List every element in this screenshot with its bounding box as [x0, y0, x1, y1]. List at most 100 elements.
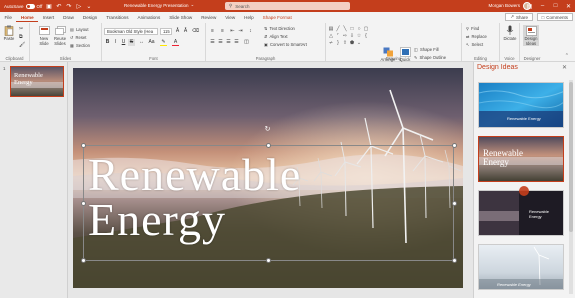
tab-review[interactable]: Review: [197, 13, 221, 22]
resize-handle-mid-right[interactable]: [452, 201, 457, 206]
user-name[interactable]: Morgan Bowers: [488, 3, 520, 8]
shape-fill-button[interactable]: ◫ Shape Fill: [414, 47, 439, 52]
tab-insert[interactable]: Insert: [38, 13, 59, 22]
tab-design[interactable]: Design: [78, 13, 101, 22]
reset-button[interactable]: ↺ Reset: [70, 35, 86, 40]
design-pane-scrollbar[interactable]: [569, 80, 573, 294]
tab-file[interactable]: File: [0, 13, 16, 22]
section-button[interactable]: ▦ Section: [70, 43, 90, 48]
arrow-down-shape-icon[interactable]: ⇩: [349, 33, 355, 39]
align-right-icon[interactable]: ☰: [225, 39, 232, 46]
tab-slide-show[interactable]: Slide Show: [165, 13, 197, 22]
paste-button[interactable]: Paste: [1, 25, 17, 42]
find-button[interactable]: ⚲ Find: [466, 26, 479, 31]
comments-button[interactable]: □ Comments: [536, 13, 573, 21]
slide-thumbnail[interactable]: Renewable Energy: [10, 66, 64, 97]
shapes-gallery[interactable]: ▤ ╱ ╲ □ ○ ▢ △ ⌜ ⇨ ⇩ ☆ { ≁ } ⇧ ⬟ ⌄: [328, 26, 369, 48]
line-shape-icon[interactable]: ╱: [335, 26, 341, 32]
italic-button[interactable]: I: [112, 39, 119, 46]
format-painter-icon[interactable]: 🖌: [19, 42, 25, 48]
replace-button[interactable]: ⇄ Replace: [466, 34, 487, 39]
search-box[interactable]: ⚲ Search: [225, 2, 350, 10]
pentagon-shape-icon[interactable]: ⬟: [349, 40, 355, 46]
shrink-font-icon[interactable]: Ǎ: [182, 28, 189, 35]
tab-draw[interactable]: Draw: [59, 13, 79, 22]
highlight-icon[interactable]: ✎: [160, 39, 167, 46]
rounded-rect-shape-icon[interactable]: ▢: [363, 26, 369, 32]
decrease-indent-icon[interactable]: ⇤: [229, 28, 236, 35]
triangle-shape-icon[interactable]: △: [328, 33, 334, 39]
tab-animations[interactable]: Animations: [133, 13, 165, 22]
arrow-right-shape-icon[interactable]: ⇨: [342, 33, 348, 39]
font-name-select[interactable]: Bookman Old Style (Hea: [104, 28, 158, 35]
arrange-button[interactable]: Arrange: [380, 46, 396, 63]
scrollbar-thumb[interactable]: [569, 82, 573, 232]
resize-handle-bottom-left[interactable]: [81, 258, 86, 263]
bold-button[interactable]: B: [104, 39, 111, 46]
resize-handle-bottom-right[interactable]: [452, 258, 457, 263]
font-color-icon[interactable]: A: [172, 39, 179, 46]
slide-title[interactable]: Renewable Energy: [88, 152, 378, 243]
select-button[interactable]: ↖ Select: [466, 42, 483, 47]
maximize-icon[interactable]: □: [549, 0, 562, 12]
textbox-shape-icon[interactable]: ▤: [328, 26, 334, 32]
layout-button[interactable]: ▤ Layout: [70, 27, 89, 32]
share-button[interactable]: ↗ Share: [505, 13, 533, 21]
star-shape-icon[interactable]: ☆: [356, 33, 362, 39]
align-left-icon[interactable]: ☰: [209, 39, 216, 46]
resize-handle-top-left[interactable]: [81, 143, 86, 148]
document-title[interactable]: Renewable Energy Presentation ⌄: [124, 2, 194, 8]
char-spacing-icon[interactable]: ↔: [138, 39, 145, 46]
elbow-shape-icon[interactable]: ⌜: [335, 33, 341, 39]
autosave-toggle[interactable]: [25, 3, 35, 9]
reuse-slides-button[interactable]: Reuse Slides: [52, 25, 68, 46]
underline-button[interactable]: U: [120, 39, 127, 46]
strikethrough-button[interactable]: S: [128, 39, 135, 46]
save-icon[interactable]: ▣: [45, 3, 52, 10]
present-icon[interactable]: ▷: [75, 3, 82, 10]
design-idea-2[interactable]: Renewable Energy: [478, 136, 564, 182]
text-direction-button[interactable]: ⇅ Text Direction: [264, 26, 295, 31]
line-spacing-icon[interactable]: ↕: [247, 28, 254, 35]
close-icon[interactable]: ✕: [562, 0, 575, 12]
curve-shape-icon[interactable]: ≁: [328, 40, 334, 46]
oval-shape-icon[interactable]: ○: [356, 26, 362, 32]
ribbon-display-icon[interactable]: ▤: [523, 0, 536, 12]
rotate-handle-icon[interactable]: ↻: [264, 126, 271, 133]
resize-handle-bottom-center[interactable]: [266, 258, 271, 263]
clear-format-icon[interactable]: ⌫: [192, 28, 199, 35]
cut-icon[interactable]: ✂: [19, 26, 25, 32]
more-shapes-icon[interactable]: ⌄: [356, 40, 362, 46]
rectangle-shape-icon[interactable]: □: [349, 26, 355, 32]
resize-handle-top-center[interactable]: [266, 143, 271, 148]
tab-transitions[interactable]: Transitions: [102, 13, 133, 22]
collapse-ribbon-icon[interactable]: ⌃: [565, 53, 569, 59]
tab-shape-format[interactable]: Shape Format: [258, 13, 296, 22]
increase-indent-icon[interactable]: ⇥: [237, 28, 244, 35]
align-text-button[interactable]: ⇵ Align Text: [264, 34, 288, 39]
line2-shape-icon[interactable]: ╲: [342, 26, 348, 32]
change-case-icon[interactable]: Aa: [148, 39, 155, 46]
minimize-icon[interactable]: –: [536, 0, 549, 12]
columns-icon[interactable]: ◫: [243, 39, 250, 46]
convert-smartart-button[interactable]: ▣ Convert to SmartArt: [264, 42, 307, 47]
tab-view[interactable]: View: [221, 13, 240, 22]
brace-right-shape-icon[interactable]: }: [335, 40, 341, 46]
copy-icon[interactable]: ⧉: [19, 34, 25, 40]
autosave-control[interactable]: AutoSave Off: [4, 3, 42, 9]
tab-help[interactable]: Help: [240, 13, 258, 22]
numbering-icon[interactable]: ≡: [219, 28, 226, 35]
resize-handle-mid-left[interactable]: [81, 201, 86, 206]
justify-icon[interactable]: ☰: [233, 39, 240, 46]
design-idea-1[interactable]: Renewable Energy: [478, 82, 564, 128]
new-slide-button[interactable]: New Slide: [36, 25, 52, 46]
arrow-up-shape-icon[interactable]: ⇧: [342, 40, 348, 46]
design-idea-4[interactable]: Renewable Energy: [478, 244, 564, 290]
grow-font-icon[interactable]: Â: [174, 28, 181, 35]
resize-handle-top-right[interactable]: [452, 143, 457, 148]
redo-icon[interactable]: ↷: [65, 3, 72, 10]
design-idea-3[interactable]: Renewable Energy: [478, 190, 564, 236]
brace-shape-icon[interactable]: {: [363, 33, 369, 39]
customize-chevron-icon[interactable]: ⌄: [85, 3, 92, 10]
bullets-icon[interactable]: ≡: [209, 28, 216, 35]
